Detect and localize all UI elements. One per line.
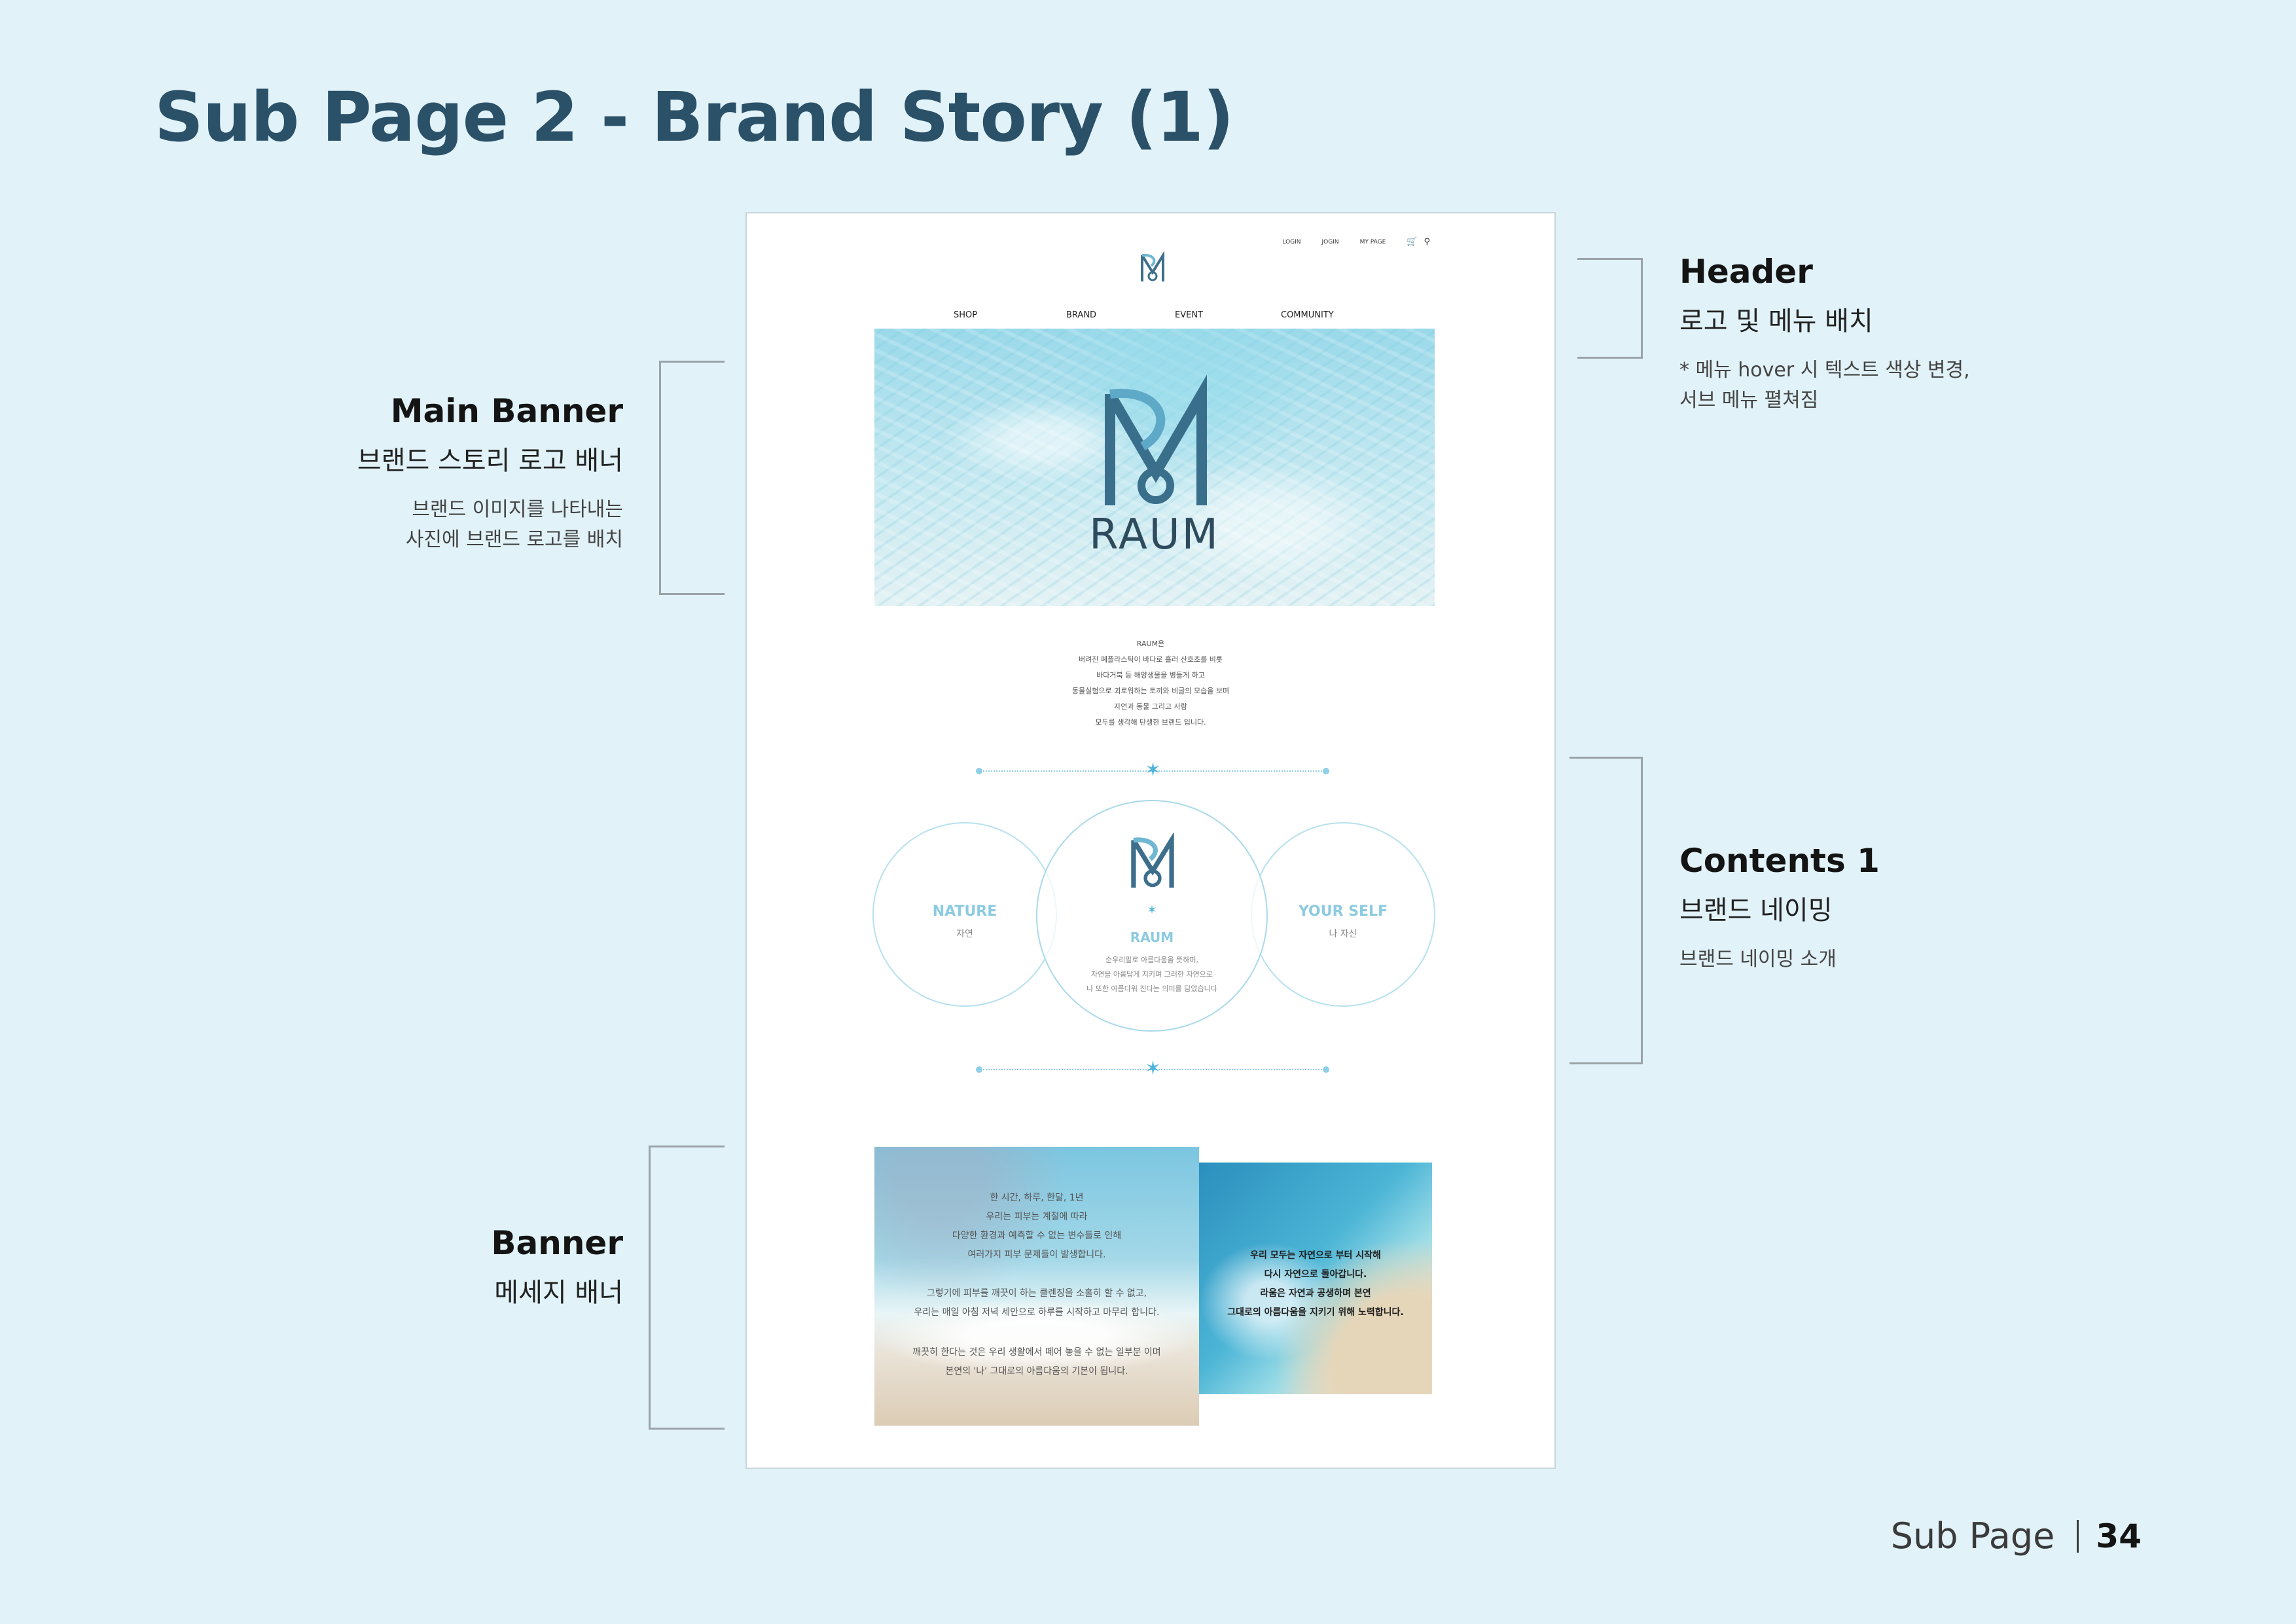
raum-logo[interactable] (1138, 251, 1167, 284)
raum-desc: 순우리말로 아름다움을 뜻하며, 자연을 아름답게 지키며 그러한 자연으로 나… (1037, 953, 1266, 996)
cart-icon[interactable]: 🛒 (1407, 237, 1417, 247)
banner-annotation-title: Banner (491, 1224, 623, 1262)
intro-line: 동물실험으로 괴로워하는 토끼와 비글의 모습을 보며 (1071, 687, 1230, 695)
banner-text-line: 우리 모두는 자연으로 부터 시작해 (1250, 1250, 1381, 1261)
login-link[interactable]: LOGIN (1282, 239, 1300, 245)
message-banner-right: 우리 모두는 자연으로 부터 시작해 다시 자연으로 돌아갑니다. 라움은 자연… (1199, 1163, 1432, 1394)
raum-desc-line: 나 또한 아름다워 진다는 의미를 담았습니다 (1086, 984, 1217, 993)
contents1-annotation-subtitle: 브랜드 네이밍 (1679, 895, 1833, 926)
banner-text-line: 한 시간, 하루, 한달, 1년 (990, 1193, 1084, 1203)
nav-community[interactable]: COMMUNITY (1281, 310, 1334, 320)
banner-text-line: 그대로의 아름다움을 지키기 위해 노력합니다. (1227, 1307, 1404, 1318)
main-banner-annotation-subtitle: 브랜드 스토리 로고 배너 (357, 445, 623, 476)
banner-text-line: 본연의 '나' 그대로의 아름다움의 기본이 됩니다. (945, 1366, 1128, 1377)
star-icon: ✶ (1145, 759, 1162, 782)
banner-text-line: 다양한 환경과 예측할 수 없는 변수들로 인해 (952, 1231, 1122, 1241)
hero-wordmark: RAUM (1089, 511, 1220, 559)
utility-menu: LOGIN JOGIN MY PAGE 🛒 ⚲ (1282, 237, 1430, 247)
header-annotation-subtitle: 로고 및 메뉴 배치 (1679, 306, 1873, 336)
mypage-link[interactable]: MY PAGE (1360, 239, 1386, 245)
nav-shop[interactable]: SHOP (954, 310, 977, 320)
banner-left-block3: 깨끗히 한다는 것은 우리 생활에서 떼어 놓을 수 없는 일부분 이며 본연의… (874, 1343, 1199, 1381)
banner-right-text: 우리 모두는 자연으로 부터 시작해 다시 자연으로 돌아갑니다. 라움은 자연… (1199, 1246, 1432, 1322)
brand-intro: RAUM은 버려진 폐플라스틱이 바다로 흘러 산호초를 비롯 바다거북 등 해… (747, 636, 1554, 731)
main-banner: RAUM (874, 329, 1435, 606)
small-star-icon: ✶ (1147, 903, 1157, 917)
footer-section: Sub Page (1890, 1515, 2055, 1557)
header-bracket (1577, 258, 1643, 359)
banner-left-block1: 한 시간, 하루, 한달, 1년 우리는 피부는 계절에 따라 다양한 환경과 … (874, 1189, 1199, 1265)
join-link[interactable]: JOGIN (1322, 239, 1339, 245)
banner-left-block2: 그렇기에 피부를 깨끗이 하는 클렌징을 소홀히 할 수 없고, 우리는 매일 … (874, 1284, 1199, 1322)
nav-event[interactable]: EVENT (1175, 310, 1203, 320)
raum-hero-logo (1105, 374, 1207, 505)
raum-circle: ✶ RAUM 순우리말로 아름다움을 뜻하며, 자연을 아름답게 지키며 그러한… (1036, 800, 1268, 1032)
search-icon[interactable]: ⚲ (1424, 237, 1430, 247)
contents1-annotation: Contents 1 브랜드 네이밍 브랜드 네이밍 소개 (1679, 840, 1880, 975)
raum-label: RAUM (1130, 929, 1174, 945)
banner-text-line: 우리는 피부는 계절에 따라 (986, 1212, 1088, 1222)
main-banner-annotation: Main Banner 브랜드 스토리 로고 배너 브랜드 이미지를 나타내는 … (357, 391, 623, 556)
page-number: 34 (2096, 1517, 2142, 1555)
banner-annotation: Banner 메세지 배너 (491, 1223, 623, 1310)
raum-circle-logo (1131, 833, 1174, 888)
yourself-label: YOUR SELF (1298, 903, 1388, 920)
banner-text-line: 라움은 자연과 공생하며 본연 (1260, 1288, 1371, 1299)
nature-circle: NATURE 자연 (872, 822, 1057, 1007)
nav-brand[interactable]: BRAND (1066, 310, 1096, 320)
header-annotation-desc: * 메뉴 hover 시 텍스트 색상 변경, 서브 메뉴 펼쳐짐 (1679, 358, 1970, 412)
banner-text-line: 그렇기에 피부를 깨끗이 하는 클렌징을 소홀히 할 수 없고, (926, 1288, 1147, 1299)
star-icon: ✶ (1145, 1057, 1162, 1080)
main-banner-bracket (659, 361, 725, 595)
banner-text-line: 다시 자연으로 돌아갑니다. (1264, 1269, 1367, 1280)
nature-sub: 자연 (956, 929, 973, 939)
intro-line: RAUM은 (1136, 640, 1165, 648)
slide-title: Sub Page 2 - Brand Story (1) (154, 77, 1234, 157)
footer-divider (2077, 1519, 2079, 1553)
page-footer: Sub Page 34 (1891, 1515, 2142, 1557)
raum-desc-line: 자연을 아름답게 지키며 그러한 자연으로 (1090, 970, 1213, 979)
intro-line: 바다거북 등 해양생물을 병들게 하고 (1096, 671, 1205, 679)
intro-line: 모두를 생각해 탄생한 브랜드 입니다. (1095, 718, 1206, 727)
brand-story-mockup: LOGIN JOGIN MY PAGE 🛒 ⚲ SHOP BRAND EVENT… (745, 212, 1556, 1469)
nature-label: NATURE (932, 903, 997, 920)
raum-desc-line: 순우리말로 아름다움을 뜻하며, (1105, 956, 1199, 964)
contents1-bracket (1570, 757, 1643, 1064)
contents1-annotation-desc: 브랜드 네이밍 소개 (1679, 947, 1837, 971)
banner-text-line: 여러가지 피부 문제들이 발생합니다. (967, 1250, 1106, 1260)
banner-text-line: 우리는 매일 아침 저녁 세안으로 하루를 시작하고 마무리 합니다. (914, 1307, 1160, 1318)
banner-annotation-subtitle: 메세지 배너 (494, 1277, 623, 1308)
message-banner-left: 한 시간, 하루, 한달, 1년 우리는 피부는 계절에 따라 다양한 환경과 … (874, 1147, 1199, 1426)
header-annotation-title: Header (1679, 253, 1813, 291)
header-annotation: Header 로고 및 메뉴 배치 * 메뉴 hover 시 텍스트 색상 변경… (1679, 251, 1970, 416)
yourself-sub: 나 자신 (1329, 929, 1357, 939)
banner-text-line: 깨끗히 한다는 것은 우리 생활에서 떼어 놓을 수 없는 일부분 이며 (912, 1347, 1161, 1358)
contents1-annotation-title: Contents 1 (1679, 842, 1880, 880)
main-banner-annotation-title: Main Banner (390, 392, 623, 430)
divider-top: ✶ (976, 761, 1329, 780)
divider-bottom: ✶ (976, 1059, 1329, 1079)
intro-line: 버려진 폐플라스틱이 바다로 흘러 산호초를 비롯 (1079, 655, 1223, 664)
intro-line: 자연과 동물 그리고 사람 (1114, 702, 1187, 711)
yourself-circle: YOUR SELF 나 자신 (1251, 822, 1435, 1007)
banner-bracket (649, 1146, 725, 1430)
main-banner-annotation-desc: 브랜드 이미지를 나타내는 사진에 브랜드 로고를 배치 (405, 497, 623, 552)
